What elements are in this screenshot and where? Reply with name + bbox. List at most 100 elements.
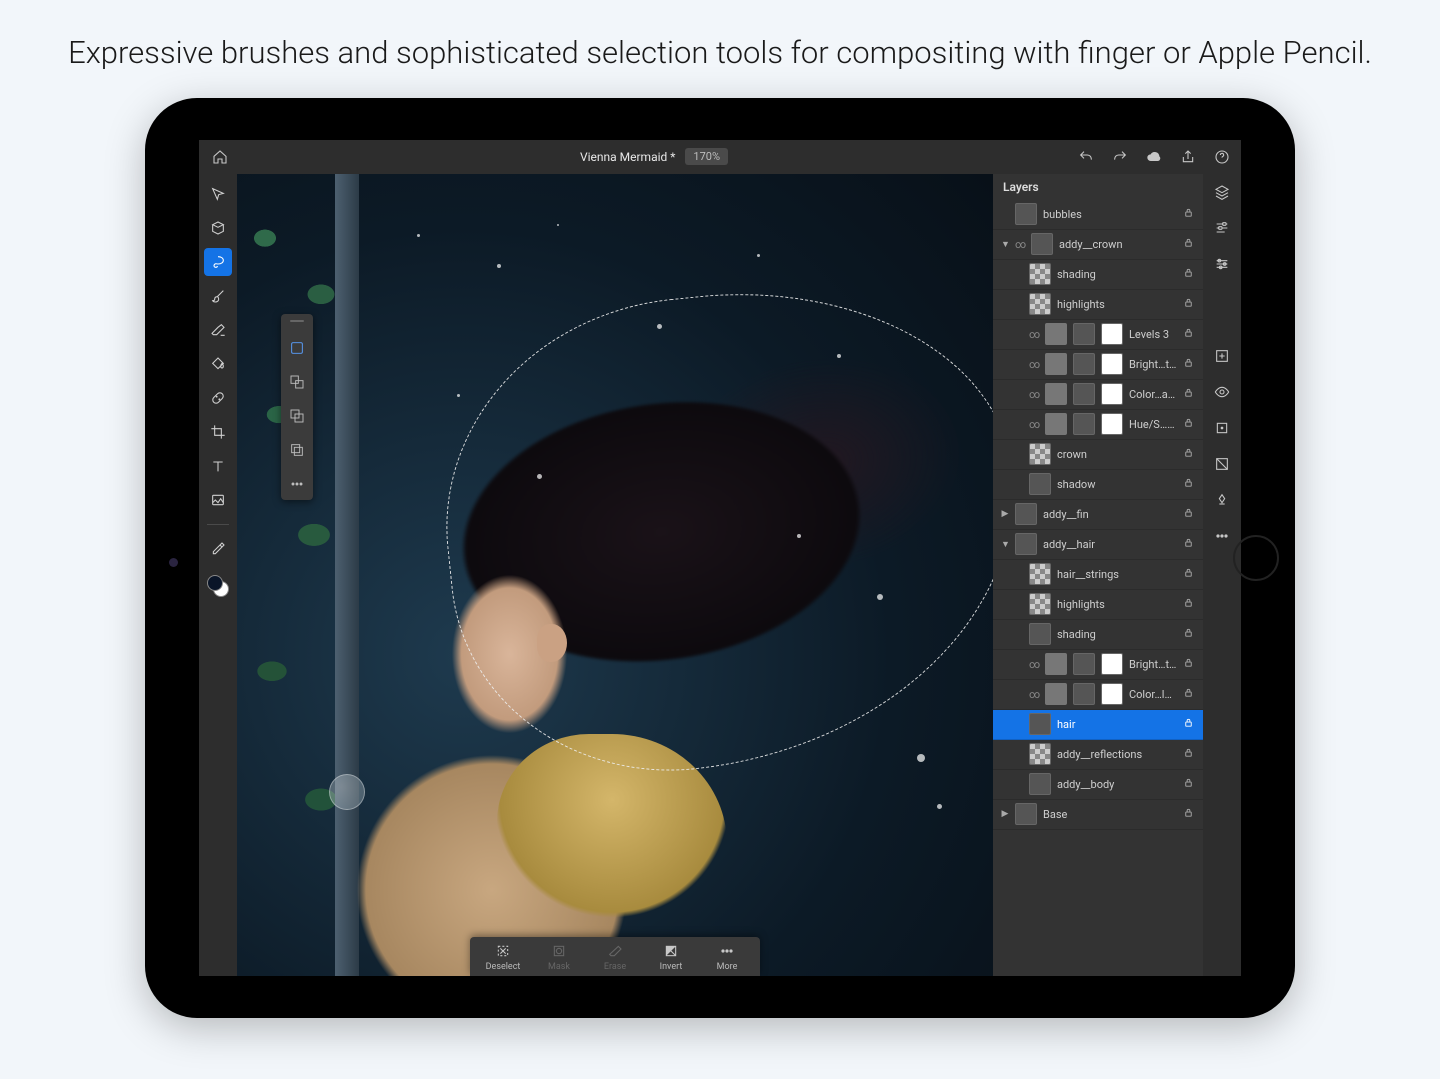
layer-label: addy__crown bbox=[1059, 238, 1177, 251]
layer-thumb-icon bbox=[1029, 443, 1051, 465]
layer-row[interactable]: ▼∞addy__crown bbox=[993, 230, 1203, 260]
layer-thumb-icon bbox=[1015, 503, 1037, 525]
new-selection-icon[interactable] bbox=[287, 338, 307, 358]
invert-button[interactable]: Invert bbox=[644, 941, 698, 974]
more-button[interactable]: More bbox=[700, 941, 754, 974]
color-swatch[interactable] bbox=[207, 575, 229, 597]
selection-subtoolbar[interactable] bbox=[281, 314, 313, 500]
layer-row[interactable]: highlights bbox=[993, 290, 1203, 320]
home-icon[interactable] bbox=[209, 148, 231, 166]
layer-row[interactable]: ∞Hue/S…tion 19 bbox=[993, 410, 1203, 440]
redo-icon[interactable] bbox=[1111, 148, 1129, 166]
eyedropper-tool-icon[interactable] bbox=[204, 535, 232, 563]
layer-mask-thumb-icon bbox=[1101, 413, 1123, 435]
layer-row[interactable]: ▶Base bbox=[993, 800, 1203, 830]
layer-row[interactable]: highlights bbox=[993, 590, 1203, 620]
lock-icon[interactable] bbox=[1183, 387, 1195, 401]
lock-icon[interactable] bbox=[1183, 687, 1195, 701]
crop-tool-icon[interactable] bbox=[204, 418, 232, 446]
layer-properties-icon[interactable] bbox=[1212, 218, 1232, 238]
layer-row[interactable]: crown bbox=[993, 440, 1203, 470]
canvas[interactable]: Deselect Mask Erase Invert More bbox=[237, 174, 993, 976]
lock-icon[interactable] bbox=[1183, 807, 1195, 821]
layer-row[interactable]: shading bbox=[993, 260, 1203, 290]
help-icon[interactable] bbox=[1213, 148, 1231, 166]
erase-button[interactable]: Erase bbox=[588, 941, 642, 974]
lock-icon[interactable] bbox=[1183, 327, 1195, 341]
text-tool-icon[interactable] bbox=[204, 452, 232, 480]
lock-icon[interactable] bbox=[1183, 747, 1195, 761]
layer-row[interactable]: ∞Bright…trast 31 bbox=[993, 650, 1203, 680]
layer-label: Color…lance 21 bbox=[1129, 688, 1177, 701]
layer-list[interactable]: bubbles▼∞addy__crownshadinghighlights∞Le… bbox=[993, 200, 1203, 976]
touch-cursor bbox=[329, 774, 365, 810]
layer-row[interactable]: ∞Color…ance 23 bbox=[993, 380, 1203, 410]
layer-row[interactable]: ▶addy__fin bbox=[993, 500, 1203, 530]
fx-icon[interactable] bbox=[1212, 418, 1232, 438]
lasso-tool-icon[interactable] bbox=[204, 248, 232, 276]
mask-button[interactable]: Mask bbox=[532, 941, 586, 974]
zoom-badge[interactable]: 170% bbox=[685, 148, 728, 165]
layer-row[interactable]: hair bbox=[993, 710, 1203, 740]
layer-settings-icon[interactable] bbox=[1212, 254, 1232, 274]
fill-tool-icon[interactable] bbox=[204, 350, 232, 378]
undo-icon[interactable] bbox=[1077, 148, 1095, 166]
lock-icon[interactable] bbox=[1183, 297, 1195, 311]
layer-row[interactable]: ∞Bright…trast 32 bbox=[993, 350, 1203, 380]
healing-tool-icon[interactable] bbox=[204, 384, 232, 412]
layer-row[interactable]: shadow bbox=[993, 470, 1203, 500]
layer-row[interactable]: ∞Levels 3 bbox=[993, 320, 1203, 350]
cloud-icon[interactable] bbox=[1145, 148, 1163, 166]
subtract-selection-icon[interactable] bbox=[287, 406, 307, 426]
layer-row[interactable]: ∞Color…lance 21 bbox=[993, 680, 1203, 710]
more-selection-icon[interactable] bbox=[287, 474, 307, 494]
brush-tool-icon[interactable] bbox=[204, 282, 232, 310]
deselect-button[interactable]: Deselect bbox=[476, 941, 530, 974]
layer-row[interactable]: ▼addy__hair bbox=[993, 530, 1203, 560]
place-image-tool-icon[interactable] bbox=[204, 486, 232, 514]
lock-icon[interactable] bbox=[1183, 627, 1195, 641]
layer-label: Color…ance 23 bbox=[1129, 388, 1177, 401]
more-util-icon[interactable] bbox=[1212, 526, 1232, 546]
layer-label: addy__body bbox=[1057, 778, 1177, 791]
eraser-tool-icon[interactable] bbox=[204, 316, 232, 344]
lock-icon[interactable] bbox=[1183, 567, 1195, 581]
add-selection-icon[interactable] bbox=[287, 372, 307, 392]
mask-util-icon[interactable] bbox=[1212, 490, 1232, 510]
layer-mask-thumb-icon bbox=[1101, 323, 1123, 345]
lock-icon[interactable] bbox=[1183, 417, 1195, 431]
top-bar: Vienna Mermaid * 170% bbox=[199, 140, 1241, 174]
lock-icon[interactable] bbox=[1183, 237, 1195, 251]
layer-label: Base bbox=[1043, 808, 1177, 821]
lock-icon[interactable] bbox=[1183, 777, 1195, 791]
lock-icon[interactable] bbox=[1183, 537, 1195, 551]
layer-row[interactable]: addy__reflections bbox=[993, 740, 1203, 770]
layer-row[interactable]: bubbles bbox=[993, 200, 1203, 230]
lock-icon[interactable] bbox=[1183, 657, 1195, 671]
tablet-frame: Vienna Mermaid * 170% bbox=[145, 98, 1295, 1018]
layer-row[interactable]: hair__strings bbox=[993, 560, 1203, 590]
lock-icon[interactable] bbox=[1183, 357, 1195, 371]
right-utility-strip bbox=[1203, 174, 1241, 976]
layer-label: Hue/S…tion 19 bbox=[1129, 418, 1177, 431]
intersect-selection-icon[interactable] bbox=[287, 440, 307, 460]
visibility-icon[interactable] bbox=[1212, 382, 1232, 402]
transform-tool-icon[interactable] bbox=[204, 214, 232, 242]
lock-icon[interactable] bbox=[1183, 207, 1195, 221]
layer-row[interactable]: shading bbox=[993, 620, 1203, 650]
layer-thumb-icon bbox=[1029, 263, 1051, 285]
lock-icon[interactable] bbox=[1183, 717, 1195, 731]
lock-icon[interactable] bbox=[1183, 447, 1195, 461]
layer-label: crown bbox=[1057, 448, 1177, 461]
layer-mask-thumb-icon bbox=[1101, 353, 1123, 375]
add-layer-icon[interactable] bbox=[1212, 346, 1232, 366]
lock-icon[interactable] bbox=[1183, 507, 1195, 521]
lock-icon[interactable] bbox=[1183, 597, 1195, 611]
layer-actions-icon[interactable] bbox=[1212, 454, 1232, 474]
layer-row[interactable]: addy__body bbox=[993, 770, 1203, 800]
move-tool-icon[interactable] bbox=[204, 180, 232, 208]
lock-icon[interactable] bbox=[1183, 267, 1195, 281]
lock-icon[interactable] bbox=[1183, 477, 1195, 491]
share-icon[interactable] bbox=[1179, 148, 1197, 166]
layers-stack-icon[interactable] bbox=[1212, 182, 1232, 202]
